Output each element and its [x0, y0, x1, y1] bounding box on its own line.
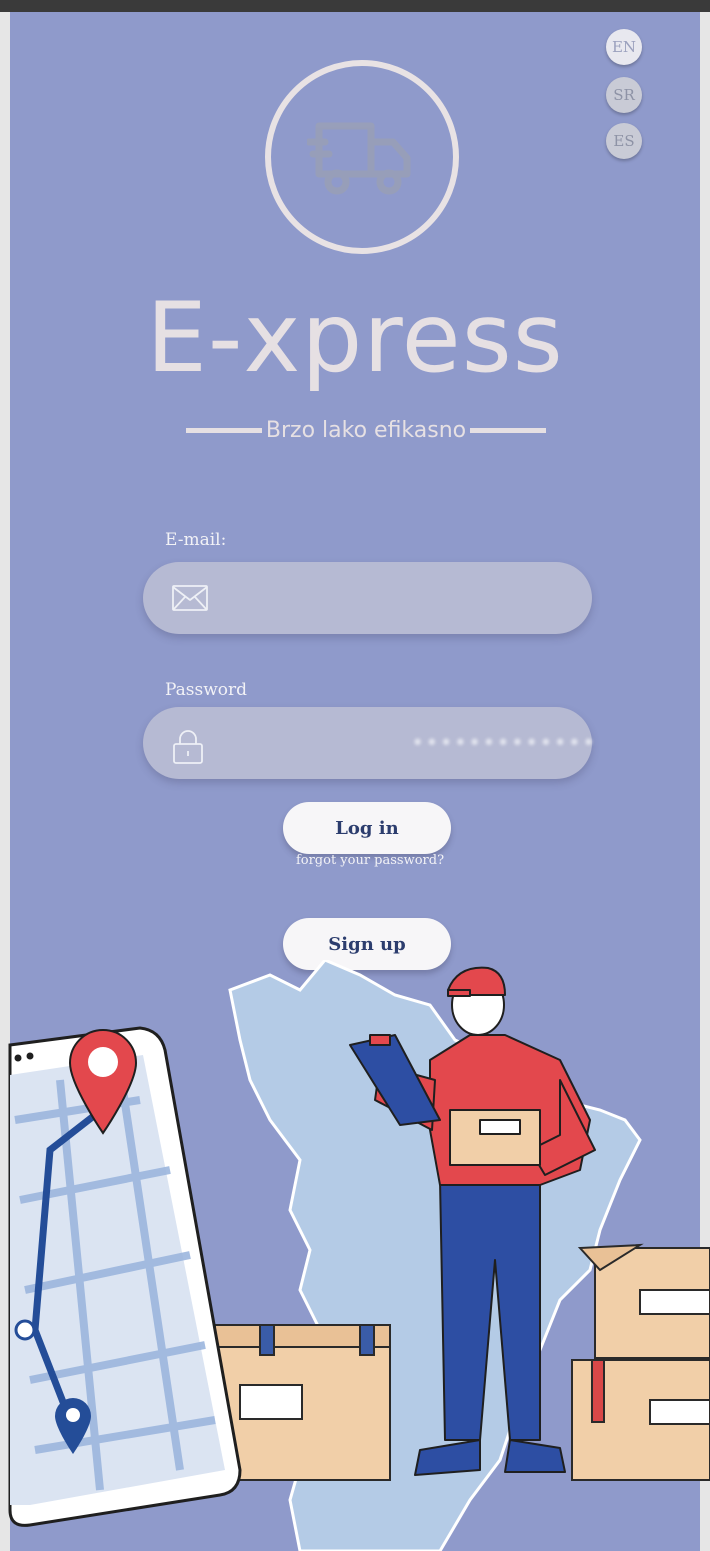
password-input[interactable]: ••••••••••••• [411, 731, 596, 756]
courier-delivery-illustration [8, 960, 710, 1551]
phone-map [8, 1026, 242, 1527]
tagline: Brzo lako efikasno [265, 417, 467, 443]
password-field[interactable]: ••••••••••••• [143, 707, 595, 779]
tagline-line-right [470, 427, 547, 433]
login-button[interactable]: Log in [283, 802, 451, 854]
tagline-row: Brzo lako efikasno [186, 417, 547, 443]
truck-icon [307, 122, 411, 195]
email-field[interactable] [143, 562, 592, 634]
box-left [214, 1324, 391, 1481]
login-screen: EN SR ES E-xpress Brzo lako efikasno E-m… [0, 0, 710, 1551]
email-label: E-mail: [165, 530, 227, 550]
brand-title: E-xpress [146, 282, 564, 394]
lock-icon [173, 730, 203, 764]
tagline-line-left [186, 427, 262, 433]
logo [265, 60, 459, 254]
language-button-es[interactable]: ES [606, 123, 642, 159]
box-right [571, 1243, 710, 1481]
forgot-password-link[interactable]: forgot your password? [0, 853, 710, 868]
language-button-sr[interactable]: SR [606, 77, 642, 113]
email-input[interactable] [223, 576, 567, 622]
status-bar [0, 0, 710, 12]
language-button-en[interactable]: EN [606, 29, 642, 65]
password-label: Password [165, 680, 248, 700]
envelope-icon [172, 585, 208, 611]
